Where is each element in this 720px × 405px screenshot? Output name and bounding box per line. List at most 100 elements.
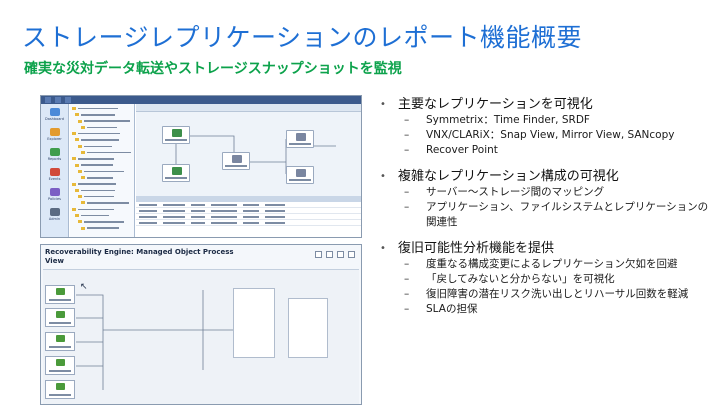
feature-bullets: 主要なレプリケーションを可視化 Symmetrix：Time Finder, S…	[378, 96, 714, 317]
fit-view-icon[interactable]	[337, 251, 344, 258]
topology-node-host[interactable]	[162, 164, 190, 182]
tree-item[interactable]	[72, 188, 132, 193]
managed-object[interactable]	[45, 285, 75, 304]
topology-node-filesystem[interactable]	[222, 152, 250, 170]
bullet-visualize-complex-config: 複雑なレプリケーション構成の可視化	[378, 168, 714, 185]
tree-item[interactable]	[72, 207, 132, 212]
folder-icon	[72, 157, 76, 161]
sub-bullet: アプリケーション、ファイルシステムとレプリケーションの関連性	[378, 200, 714, 230]
tree-item[interactable]	[72, 182, 132, 187]
folder-icon	[75, 188, 79, 192]
sub-bullet: サーバー～ストレージ間のマッピング	[378, 185, 714, 200]
managed-object[interactable]	[45, 356, 75, 375]
tree-item[interactable]	[72, 194, 132, 199]
storage-array-icon	[296, 133, 306, 141]
sub-bullet: 「戻してみないと分からない」を可視化	[378, 272, 714, 287]
tree-item[interactable]	[72, 131, 132, 136]
recoverability-engine-screenshot: Recoverability Engine: Managed Object Pr…	[40, 244, 362, 405]
folder-icon	[78, 220, 82, 224]
folder-icon	[75, 214, 79, 218]
tree-item[interactable]	[72, 200, 132, 205]
tree-item[interactable]	[72, 219, 132, 224]
sub-bullet: VNX/CLARiX：Snap View, Mirror View, SANco…	[378, 128, 714, 143]
tree-item[interactable]	[72, 125, 132, 130]
explorer-icon	[49, 127, 60, 136]
export-icon[interactable]	[348, 251, 355, 258]
storage-array-icon	[296, 169, 306, 177]
managed-object[interactable]	[45, 380, 75, 399]
topology-node-storage-a[interactable]	[286, 130, 314, 148]
folder-icon	[78, 195, 82, 199]
slide-title: ストレージレプリケーションのレポート機能概要	[22, 23, 583, 52]
tree-item[interactable]	[72, 119, 132, 124]
object-tree[interactable]	[70, 104, 135, 237]
detail-panel[interactable]	[233, 288, 275, 358]
nav-item-dashboard[interactable]: Dashboard	[41, 104, 68, 124]
managed-object[interactable]	[45, 332, 75, 351]
tree-item[interactable]	[72, 175, 132, 180]
tree-item[interactable]	[72, 144, 132, 149]
dashboard-icon	[49, 107, 60, 116]
replication-manager-screenshot: Dashboard Explorer Reports Events Polici…	[40, 95, 362, 238]
nav-item-explorer[interactable]: Explorer	[41, 124, 68, 144]
app-menubar	[41, 96, 361, 104]
tree-item[interactable]	[72, 213, 132, 218]
tree-item[interactable]	[72, 226, 132, 231]
bullet-visualize-replication: 主要なレプリケーションを可視化	[378, 96, 714, 113]
tree-item[interactable]	[72, 163, 132, 168]
folder-icon	[75, 113, 79, 117]
topology-links	[175, 135, 336, 174]
folder-icon	[75, 138, 79, 142]
events-icon	[49, 167, 60, 176]
app-nav-panel: Dashboard Explorer Reports Events Polici…	[41, 104, 69, 237]
folder-icon	[75, 163, 79, 167]
view-toolbar	[315, 251, 355, 258]
bullet-recoverability-analysis: 復旧可能性分析機能を提供	[378, 240, 714, 257]
sub-bullet: 度重なる構成変更によるレプリケーション欠如を回避	[378, 257, 714, 272]
host-icon	[172, 167, 182, 175]
tree-item[interactable]	[72, 112, 132, 117]
folder-icon	[81, 125, 85, 129]
nav-item-reports[interactable]: Reports	[41, 144, 68, 164]
sub-bullet: SLAの担保	[378, 302, 714, 317]
zoom-out-icon[interactable]	[326, 251, 333, 258]
tree-item[interactable]	[72, 137, 132, 142]
folder-icon	[72, 207, 76, 211]
tree-item[interactable]	[72, 169, 132, 174]
nav-item-events[interactable]: Events	[41, 164, 68, 184]
table-row[interactable]	[136, 220, 361, 226]
policies-icon	[49, 187, 60, 196]
process-board[interactable]	[43, 269, 359, 404]
detail-panel-secondary[interactable]	[288, 298, 328, 358]
folder-icon	[78, 169, 82, 173]
nav-item-policies[interactable]: Policies	[41, 184, 68, 204]
zoom-in-icon[interactable]	[315, 251, 322, 258]
folder-icon	[81, 226, 85, 230]
process-view-title-cont: View	[45, 257, 64, 265]
replication-table[interactable]	[136, 196, 361, 237]
tree-item[interactable]	[72, 106, 132, 111]
folder-icon	[78, 119, 82, 123]
folder-icon	[72, 132, 76, 136]
admin-icon	[49, 207, 60, 216]
folder-icon	[78, 144, 82, 148]
folder-icon	[81, 151, 85, 155]
topology-node-app[interactable]	[162, 126, 190, 144]
reports-icon	[49, 147, 60, 156]
server-icon	[56, 383, 65, 390]
topology-canvas[interactable]	[136, 104, 361, 196]
server-icon	[56, 335, 65, 342]
folder-icon	[81, 201, 85, 205]
application-icon	[172, 129, 182, 137]
mouse-cursor-icon: ↖	[80, 282, 88, 292]
process-view-title: Recoverability Engine: Managed Object Pr…	[45, 248, 234, 256]
tree-item[interactable]	[72, 156, 132, 161]
server-icon	[56, 288, 65, 295]
nav-item-admin[interactable]: Admin	[41, 204, 68, 224]
sub-bullet: Symmetrix：Time Finder, SRDF	[378, 113, 714, 128]
filesystem-icon	[232, 155, 242, 163]
folder-icon	[81, 176, 85, 180]
managed-object[interactable]	[45, 308, 75, 327]
topology-node-storage-b[interactable]	[286, 166, 314, 184]
tree-item[interactable]	[72, 150, 132, 155]
